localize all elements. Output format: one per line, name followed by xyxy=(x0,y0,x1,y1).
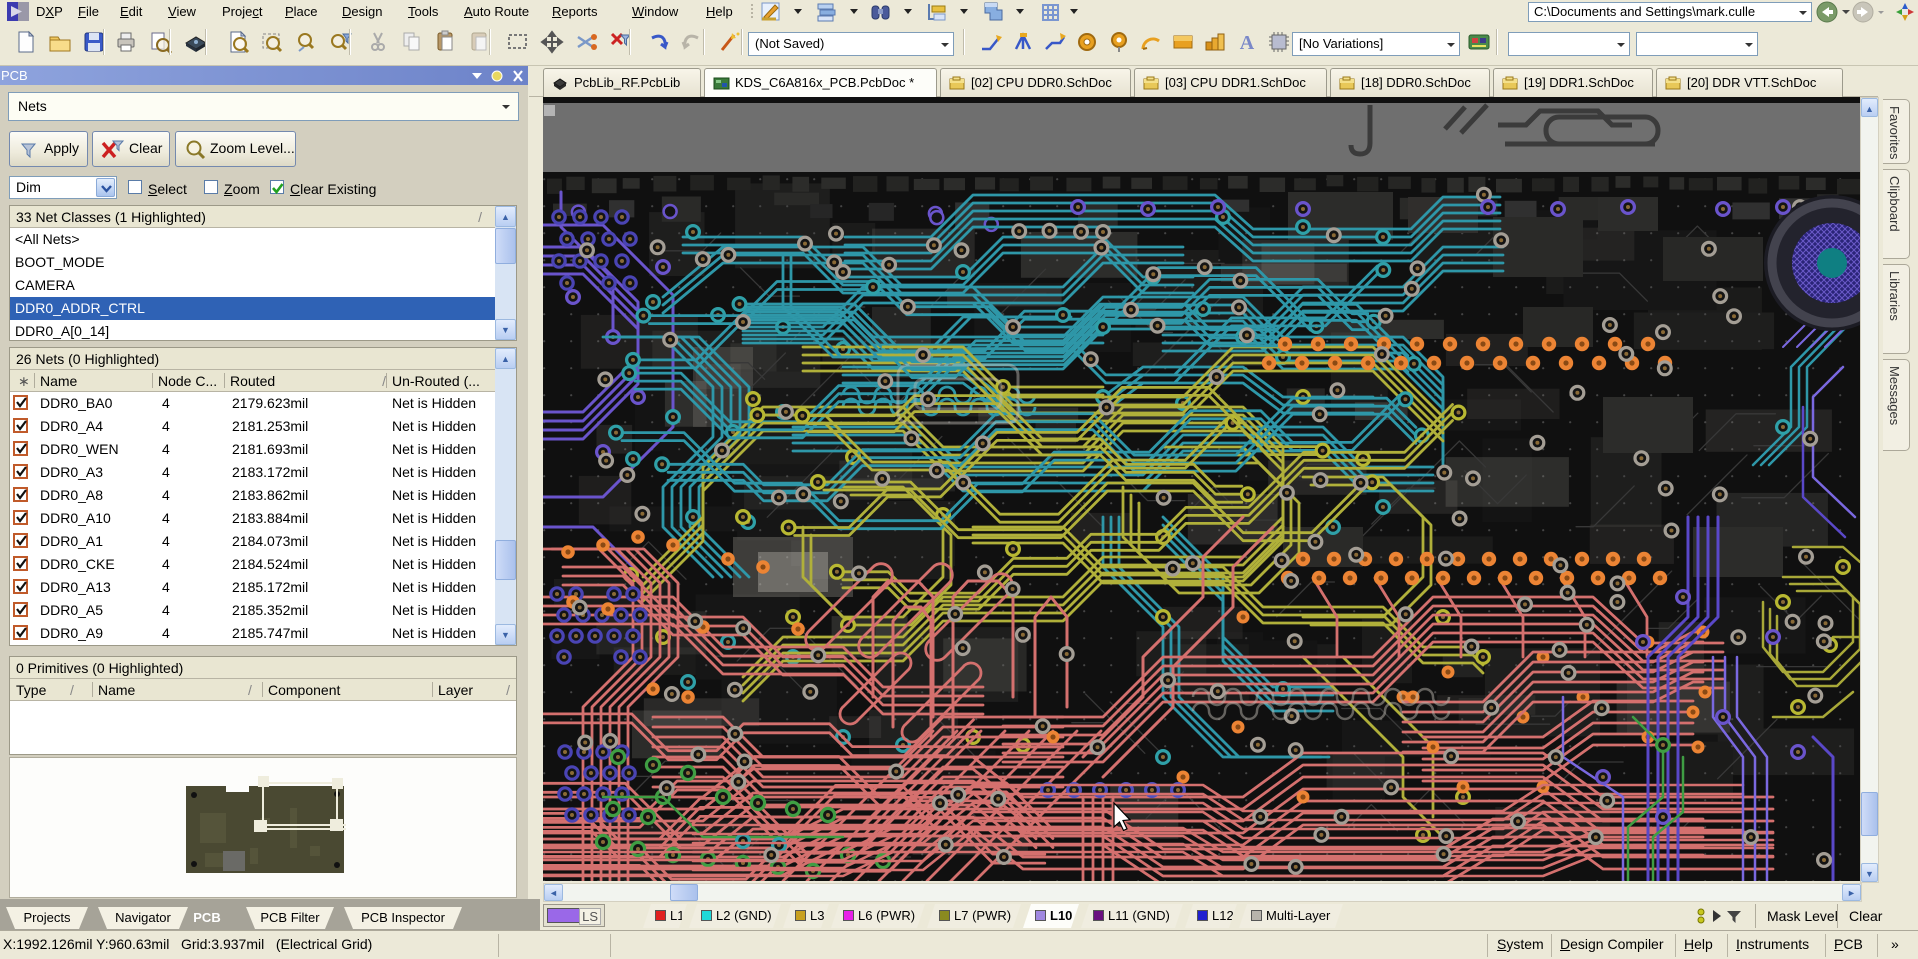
svg-text:A: A xyxy=(1240,32,1255,54)
